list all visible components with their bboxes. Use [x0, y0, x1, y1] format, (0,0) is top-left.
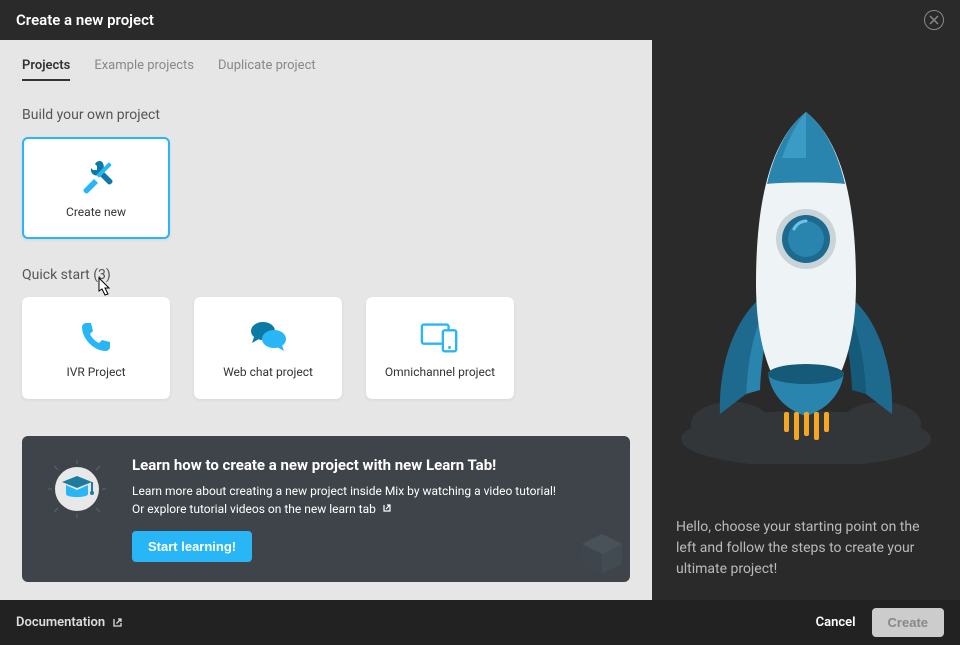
learn-title: Learn how to create a new project with n…	[132, 456, 608, 474]
right-panel-text: Hello, choose your starting point on the…	[676, 507, 936, 600]
tabs: Projects Example projects Duplicate proj…	[22, 58, 630, 81]
dialog-title: Create a new project	[16, 11, 154, 29]
create-new-card[interactable]: Create new	[22, 137, 170, 239]
external-link-icon[interactable]	[381, 501, 393, 519]
footer-actions: Cancel Create	[816, 608, 944, 637]
card-label: Web chat project	[223, 365, 313, 379]
card-label: Omnichannel project	[385, 365, 495, 379]
external-link-icon	[111, 616, 124, 629]
left-panel: Projects Example projects Duplicate proj…	[0, 40, 652, 600]
omnichannel-card[interactable]: Omnichannel project	[366, 297, 514, 399]
documentation-link[interactable]: Documentation	[16, 615, 124, 630]
learn-content: Learn how to create a new project with n…	[132, 456, 608, 562]
tab-projects[interactable]: Projects	[22, 58, 70, 81]
card-label: IVR Project	[66, 365, 125, 379]
cancel-button[interactable]: Cancel	[816, 615, 856, 630]
quickstart-card-row: IVR Project Web chat project	[22, 297, 630, 399]
dialog-body: Projects Example projects Duplicate proj…	[0, 40, 960, 600]
start-learning-button[interactable]: Start learning!	[132, 531, 252, 562]
learn-line1: Learn more about creating a new project …	[132, 484, 556, 498]
graduate-icon	[44, 456, 110, 522]
build-card-row: Create new	[22, 137, 630, 239]
learn-icon-wrap	[44, 456, 110, 522]
create-project-dialog: Create a new project Projects Example pr…	[0, 0, 960, 645]
dialog-footer: Documentation Cancel Create	[0, 600, 960, 645]
close-button[interactable]	[924, 10, 944, 30]
documentation-label: Documentation	[16, 615, 105, 630]
create-button[interactable]: Create	[872, 608, 944, 637]
tools-icon	[76, 157, 116, 197]
tab-example-projects[interactable]: Example projects	[94, 58, 194, 81]
learn-banner: Learn how to create a new project with n…	[22, 436, 630, 582]
quickstart-section-label: Quick start (3)	[22, 267, 630, 283]
dialog-header: Create a new project	[0, 0, 960, 40]
learn-line2: Or explore tutorial videos on the new le…	[132, 502, 376, 516]
right-panel: Hello, choose your starting point on the…	[652, 40, 960, 600]
close-icon	[929, 15, 939, 25]
learn-description: Learn more about creating a new project …	[132, 482, 608, 519]
devices-icon	[420, 317, 460, 357]
build-section-label: Build your own project	[22, 107, 630, 123]
chat-icon	[248, 317, 288, 357]
card-label: Create new	[66, 205, 126, 219]
tab-duplicate-project[interactable]: Duplicate project	[218, 58, 316, 81]
rocket-illustration	[676, 60, 936, 507]
ivr-project-card[interactable]: IVR Project	[22, 297, 170, 399]
cube-decoration-icon	[572, 524, 630, 582]
phone-icon	[76, 317, 116, 357]
web-chat-card[interactable]: Web chat project	[194, 297, 342, 399]
